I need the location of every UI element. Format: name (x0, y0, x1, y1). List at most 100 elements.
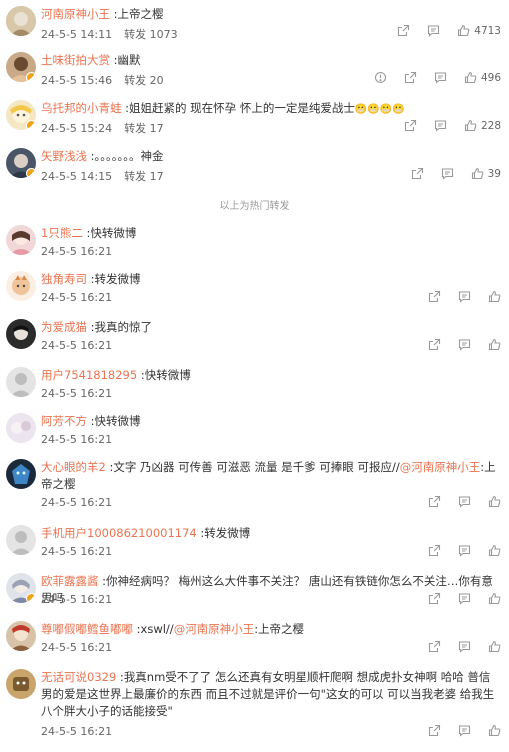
avatar[interactable] (6, 459, 36, 489)
action-bar (428, 495, 501, 508)
like-icon (471, 167, 484, 180)
username-link[interactable]: 独角寿司 (41, 272, 87, 286)
timestamp: 24-5-5 16:21 (41, 245, 113, 258)
repost-text-line: 尊嘟假嘟鳕鱼嘟嘟 :xswl//@河南原神小王:上帝之樱 (41, 622, 305, 636)
repost-meta: 24-5-5 14:11 转发 1073 (41, 26, 178, 42)
action-bar: 496 (374, 71, 501, 84)
verified-badge-icon (26, 120, 36, 130)
repost-meta: 24-5-5 16:21 (41, 641, 112, 654)
like-icon (464, 119, 477, 132)
timestamp: 24-5-5 16:21 (41, 387, 113, 400)
repost-text-line: 乌托邦的小青蛙 :姐姐赶紧的 现在怀孕 怀上的一定是纯爱战士😬😬😬😬 (41, 101, 405, 115)
comment-icon[interactable] (434, 119, 447, 132)
report-icon[interactable] (374, 71, 387, 84)
comment-icon[interactable] (458, 338, 471, 351)
username-link[interactable]: 手机用户100086210001174 (41, 526, 197, 540)
like-icon[interactable] (488, 640, 501, 653)
like-button[interactable]: 4713 (457, 24, 501, 37)
avatar[interactable] (6, 100, 36, 130)
repost-meta: 24-5-5 16:21 (41, 245, 112, 258)
action-bar (428, 338, 501, 351)
comment-icon[interactable] (458, 640, 471, 653)
share-icon[interactable] (404, 119, 417, 132)
like-count: 4713 (474, 24, 501, 37)
share-icon[interactable] (428, 592, 441, 605)
repost-text-line: 手机用户100086210001174 :转发微博 (41, 526, 251, 540)
like-icon (464, 71, 477, 84)
repost-meta: 24-5-5 16:21 (41, 291, 112, 304)
share-icon[interactable] (428, 338, 441, 351)
like-icon[interactable] (488, 544, 501, 557)
repost-text-line: 用户7541818295 :快转微博 (41, 368, 191, 382)
username-link[interactable]: 阿芳不方 (41, 414, 87, 428)
username-link[interactable]: 大心眼的羊2 (41, 460, 106, 474)
avatar[interactable] (6, 52, 36, 82)
username-link[interactable]: 无话可说0329 (41, 670, 116, 684)
username-link[interactable]: 尊嘟假嘟鳕鱼嘟嘟 (41, 622, 133, 636)
like-icon[interactable] (488, 592, 501, 605)
like-icon[interactable] (488, 495, 501, 508)
repost-meta: 24-5-5 15:46 转发 20 (41, 72, 164, 88)
avatar[interactable] (6, 525, 36, 555)
action-bar: 4713 (397, 24, 501, 37)
like-button[interactable]: 39 (471, 167, 501, 180)
share-icon[interactable] (428, 290, 441, 303)
avatar[interactable] (6, 413, 36, 443)
repost-text: 幽默 (117, 53, 141, 67)
repost-text: 文字 乃凶器 可传善 可滋恶 流量 是千爹 可捧眼 可报应// (113, 460, 400, 474)
username-link[interactable]: 1只熊二 (41, 226, 83, 240)
like-icon[interactable] (488, 290, 501, 303)
emoji-text: 😬😬😬😬 (354, 104, 405, 115)
comment-icon[interactable] (441, 167, 454, 180)
share-icon[interactable] (397, 24, 410, 37)
share-icon[interactable] (428, 724, 441, 737)
hot-reposts-divider: 以上为热门转发 (219, 201, 290, 212)
username-link[interactable]: 欧菲露露酱 (41, 574, 99, 588)
comment-icon[interactable] (458, 592, 471, 605)
repost-text: 。。。。。。。神金 (94, 149, 164, 163)
mention-link[interactable]: @河南原神小王 (174, 622, 255, 636)
avatar[interactable] (6, 367, 36, 397)
comment-icon[interactable] (427, 24, 440, 37)
mention-link[interactable]: @河南原神小王 (400, 460, 481, 474)
username-link[interactable]: 乌托邦的小青蛙 (41, 101, 122, 115)
repost-text-line: 河南原神小王 :上帝之樱 (41, 7, 164, 21)
username-link[interactable]: 河南原神小王 (41, 7, 110, 21)
like-button[interactable]: 228 (464, 119, 501, 132)
avatar[interactable] (6, 669, 36, 699)
username-link[interactable]: 矢野浅浅 (41, 149, 87, 163)
comment-icon[interactable] (458, 495, 471, 508)
avatar[interactable] (6, 148, 36, 178)
timestamp: 24-5-5 16:21 (41, 725, 113, 738)
comment-icon[interactable] (458, 724, 471, 737)
share-icon[interactable] (428, 495, 441, 508)
like-count: 228 (480, 119, 501, 132)
share-icon[interactable] (428, 640, 441, 653)
repost-text: 快转微博 (90, 226, 137, 240)
share-icon[interactable] (428, 544, 441, 557)
avatar[interactable] (6, 573, 36, 603)
username-link[interactable]: 用户7541818295 (41, 368, 137, 382)
username-link[interactable]: 为爱成猫 (41, 320, 87, 334)
repost-text: 转发微博 (204, 526, 251, 540)
comment-icon[interactable] (434, 71, 447, 84)
like-icon[interactable] (488, 338, 501, 351)
share-icon[interactable] (404, 71, 417, 84)
timestamp: 24-5-5 16:21 (41, 433, 113, 446)
like-button[interactable]: 496 (464, 71, 501, 84)
comment-icon[interactable] (458, 544, 471, 557)
avatar[interactable] (6, 225, 36, 255)
avatar[interactable] (6, 319, 36, 349)
share-icon[interactable] (411, 167, 424, 180)
avatar[interactable] (6, 6, 36, 36)
repost-text: 快转微博 (144, 368, 191, 382)
repost-text-line: 无话可说0329 :我真nm受不了了 怎么还真有女明星顺杆爬啊 想成虎扑女神啊 … (41, 670, 495, 718)
repost-text: 快转微博 (94, 414, 141, 428)
like-count: 496 (480, 71, 501, 84)
action-bar (428, 290, 501, 303)
like-icon[interactable] (488, 724, 501, 737)
username-link[interactable]: 土味街拍大赏 (41, 53, 110, 67)
avatar[interactable] (6, 271, 36, 301)
avatar[interactable] (6, 621, 36, 651)
comment-icon[interactable] (458, 290, 471, 303)
